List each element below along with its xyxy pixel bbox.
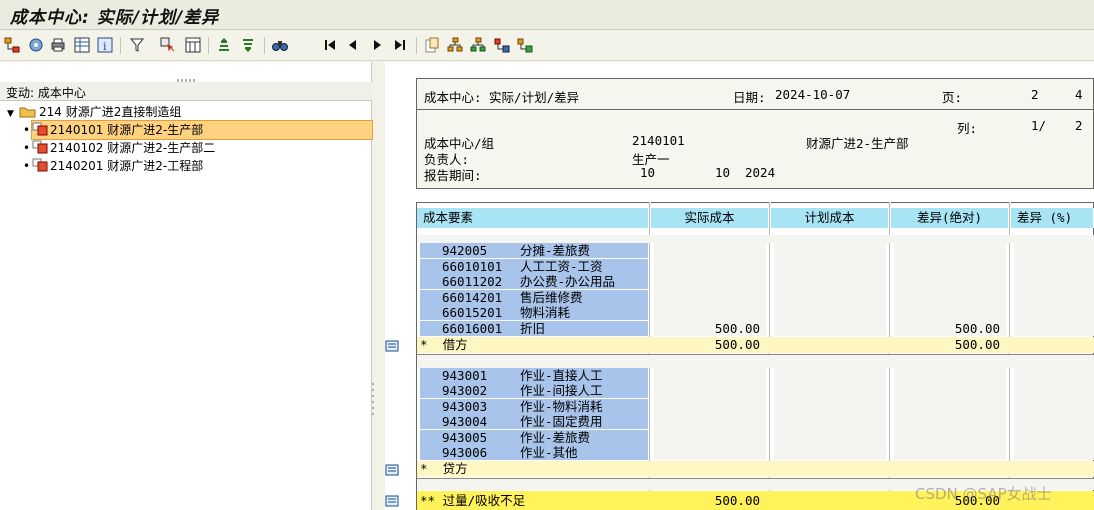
cost-element-row[interactable]: 66010101 人工工资-工资 bbox=[420, 259, 648, 274]
diff-value: 500.00 bbox=[954, 321, 1000, 336]
actual-value: 500.00 bbox=[714, 321, 760, 336]
tree-node-group[interactable]: ▼ 214 财源广进2直接制造组 bbox=[7, 103, 181, 121]
drilldown-icon[interactable] bbox=[385, 464, 399, 476]
cost-element-row[interactable]: 943002 作业-间接人工 bbox=[420, 383, 648, 398]
layout-icon[interactable] bbox=[74, 37, 90, 53]
diff-cells bbox=[894, 368, 1006, 460]
watermark: CSDN @SAP女战士 bbox=[915, 485, 1052, 503]
binoculars-icon[interactable] bbox=[272, 37, 288, 53]
application-toolbar: i 列 bbox=[0, 31, 1094, 84]
bullet-icon: • bbox=[23, 159, 31, 173]
period-to: 10 bbox=[715, 165, 731, 180]
tree-group-code: 214 bbox=[39, 105, 62, 119]
prev-page-icon[interactable] bbox=[345, 37, 361, 53]
col-label: 列: bbox=[957, 121, 978, 136]
cost-element-row[interactable]: 66015201 物料消耗 bbox=[420, 305, 648, 320]
cost-element-row[interactable]: 66014201 售后维修费 bbox=[420, 290, 648, 305]
drilldown-icon[interactable] bbox=[385, 495, 399, 507]
tree-group-label: 财源广进2直接制造组 bbox=[65, 105, 182, 119]
date-label: 日期: bbox=[733, 90, 766, 105]
next-page-icon[interactable] bbox=[369, 37, 385, 53]
col-header-actual[interactable]: 实际成本 bbox=[651, 208, 769, 228]
period-year: 2024 bbox=[745, 165, 776, 180]
cost-element-row[interactable]: 943001 作业-直接人工 bbox=[420, 368, 648, 383]
tree-item-code: 2140101 bbox=[50, 123, 104, 137]
actual-cells bbox=[654, 368, 766, 460]
last-page-icon[interactable] bbox=[392, 37, 408, 53]
sort-asc-icon[interactable] bbox=[216, 37, 232, 53]
drilldown-icon[interactable] bbox=[385, 340, 399, 352]
cost-element-row[interactable]: 943003 作业-物料消耗 bbox=[420, 399, 648, 414]
variant-icon[interactable] bbox=[494, 37, 510, 53]
cost-center-name: 财源广进2-生产部 bbox=[806, 136, 909, 151]
settings-icon[interactable] bbox=[28, 37, 44, 53]
col-value: 1/ bbox=[1031, 118, 1047, 133]
cost-center-icon bbox=[32, 158, 48, 177]
svg-text:i: i bbox=[103, 40, 107, 53]
col-header-diff-abs[interactable]: 差异(绝对) bbox=[891, 208, 1009, 228]
debit-total-label: * 借方 bbox=[420, 337, 468, 352]
tree-item-code: 2140201 bbox=[50, 159, 104, 173]
cost-element-row[interactable]: 66016001 折旧 bbox=[420, 321, 648, 336]
filter-icon[interactable] bbox=[129, 37, 145, 53]
tree-item-label: 财源广进2-工程部 bbox=[107, 159, 204, 173]
first-page-icon[interactable] bbox=[322, 37, 338, 53]
col-header-diff-pct[interactable]: 差异 (%) bbox=[1011, 208, 1094, 228]
cost-element-row[interactable]: 942005 分摊-差旅费 bbox=[420, 243, 648, 258]
select-icon[interactable] bbox=[160, 37, 176, 53]
expand-caret-icon[interactable]: ▼ bbox=[7, 105, 19, 123]
date-value: 2024-10-07 bbox=[775, 87, 851, 102]
plan-cells bbox=[774, 368, 886, 460]
debit-total-diff: 500.00 bbox=[954, 337, 1000, 352]
tree-collapse-icon[interactable] bbox=[470, 37, 486, 53]
cost-element-row[interactable]: 66011202 办公费-办公用品 bbox=[420, 274, 648, 289]
bullet-icon: • bbox=[23, 141, 31, 155]
tree-expand-icon[interactable] bbox=[447, 37, 463, 53]
pct-cells bbox=[1014, 368, 1094, 460]
pane-grip[interactable] bbox=[176, 72, 196, 83]
tree-header: 变动: 成本中心 bbox=[0, 82, 372, 101]
period-label: 报告期间: bbox=[424, 168, 482, 183]
tree-item-label: 财源广进2-生产部 bbox=[107, 123, 204, 137]
print-icon[interactable] bbox=[50, 37, 66, 53]
report-title: 成本中心: 实际/计划/差异 bbox=[424, 90, 580, 105]
grid-icon[interactable] bbox=[185, 37, 201, 53]
window-title-bar: 成本中心: 实际/计划/差异 bbox=[0, 0, 1094, 30]
tree-item-2140102[interactable]: • 2140102 财源广进2-生产部二 bbox=[23, 139, 216, 157]
layout-save-icon[interactable] bbox=[517, 37, 533, 53]
tree-item-label: 财源广进2-生产部二 bbox=[107, 141, 216, 155]
pct-cells bbox=[1014, 243, 1094, 336]
credit-total-row bbox=[417, 461, 1094, 477]
cost-center-value: 2140101 bbox=[632, 133, 685, 148]
sort-desc-icon[interactable] bbox=[240, 37, 256, 53]
credit-total-label: * 贷方 bbox=[420, 461, 468, 476]
period-from: 10 bbox=[640, 165, 656, 180]
hierarchy-icon[interactable] bbox=[4, 37, 20, 53]
grand-total-actual: 500.00 bbox=[714, 493, 760, 508]
bullet-icon: • bbox=[23, 123, 31, 137]
cost-element-row[interactable]: 943004 作业-固定费用 bbox=[420, 414, 648, 429]
window-title: 成本中心: 实际/计划/差异 bbox=[10, 8, 220, 28]
block-spacer bbox=[417, 235, 1094, 243]
col-header-cost-element[interactable]: 成本要素 bbox=[417, 208, 649, 228]
block-spacer bbox=[417, 354, 1094, 368]
tree-item-2140201[interactable]: • 2140201 财源广进2-工程部 bbox=[23, 157, 204, 177]
col-total: 2 bbox=[1075, 118, 1083, 133]
page-total: 4 bbox=[1075, 87, 1083, 102]
splitter-grip[interactable] bbox=[371, 380, 377, 420]
tree-item-2140101[interactable]: • 2140101 财源广进2-生产部 bbox=[23, 120, 373, 140]
cost-element-row[interactable]: 943006 作业-其他 bbox=[420, 445, 648, 460]
tree-item-code: 2140102 bbox=[50, 141, 104, 155]
plan-cells bbox=[774, 243, 886, 336]
info-icon[interactable]: i bbox=[97, 37, 113, 53]
cost-element-row[interactable]: 943005 作业-差旅费 bbox=[420, 430, 648, 445]
debit-total-actual: 500.00 bbox=[714, 337, 760, 352]
grand-total-label: ** 过量/吸收不足 bbox=[420, 493, 526, 508]
export-icon[interactable] bbox=[424, 37, 440, 53]
page-label: 页: bbox=[942, 90, 963, 105]
col-header-plan[interactable]: 计划成本 bbox=[771, 208, 889, 228]
page-value: 2 bbox=[1031, 87, 1039, 102]
